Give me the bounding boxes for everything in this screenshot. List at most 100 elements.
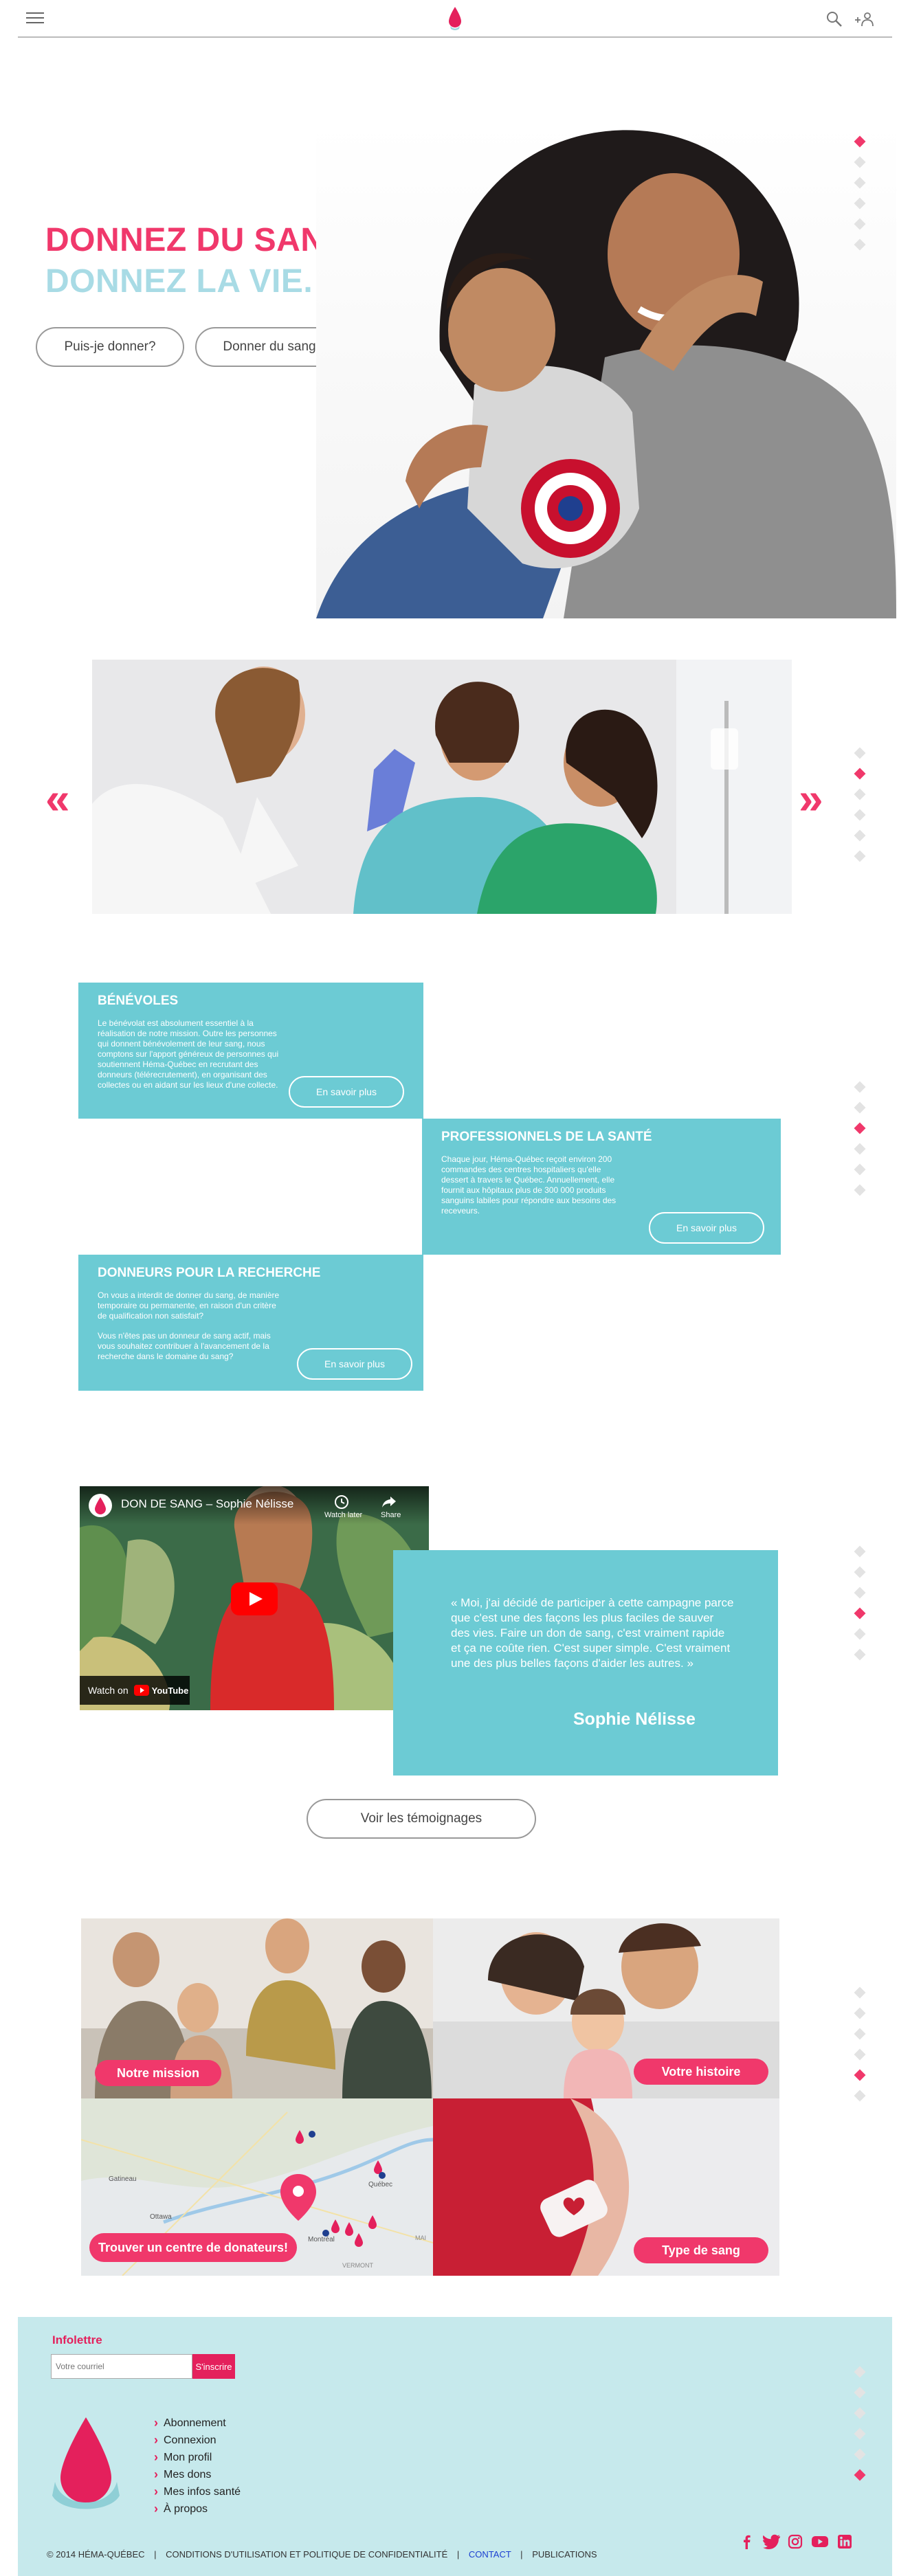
mission-button[interactable]: Notre mission: [95, 2060, 221, 2086]
hero-title-line1: DONNEZ DU SANG,: [45, 222, 361, 258]
card-recherche-text2: Vous n'êtes pas un donneur de sang actif…: [98, 1331, 271, 1361]
hema-quebec-logo[interactable]: [48, 2413, 124, 2513]
dot-nav-item[interactable]: [854, 1122, 866, 1134]
dot-nav-item[interactable]: [854, 1648, 866, 1661]
email-input[interactable]: [51, 2354, 192, 2379]
watch-later-label[interactable]: Watch later: [324, 1511, 362, 1519]
card-professionnels: PROFESSIONNELS DE LA SANTÉ Chaque jour, …: [422, 1119, 781, 1255]
facebook-icon[interactable]: [740, 2534, 755, 2549]
carousel-next-icon[interactable]: »: [799, 776, 823, 820]
dot-nav-item[interactable]: [854, 1081, 866, 1093]
footer-link-profil[interactable]: › Mon profil: [154, 2449, 241, 2466]
watch-on-youtube-bar[interactable]: Watch on YouTube: [80, 1676, 190, 1705]
map-label-quebec: Québec: [368, 2181, 392, 2188]
channel-avatar-icon[interactable]: [88, 1493, 113, 1518]
footer-link-connexion[interactable]: › Connexion: [154, 2432, 241, 2449]
dot-nav-item[interactable]: [854, 1566, 866, 1578]
footer-link-a-propos[interactable]: › À propos: [154, 2500, 241, 2518]
dot-nav-item[interactable]: [854, 788, 866, 800]
dot-nav-item[interactable]: [854, 747, 866, 759]
card-recherche-text1: On vous a interdit de donner du sang, de…: [98, 1290, 280, 1321]
dot-nav-item[interactable]: [854, 768, 866, 780]
dot-nav-item[interactable]: [854, 2007, 866, 2019]
dot-nav-item[interactable]: [854, 2407, 866, 2419]
testimonial-author: Sophie Nélisse: [573, 1710, 696, 1729]
search-icon[interactable]: [825, 10, 844, 29]
account-icon[interactable]: [852, 10, 877, 29]
instagram-icon[interactable]: [788, 2534, 803, 2549]
twitter-icon[interactable]: [763, 2534, 781, 2549]
card-benevoles: BÉNÉVOLES Le bénévolat est absolument es…: [78, 983, 423, 1119]
dot-nav-item[interactable]: [854, 809, 866, 821]
dot-nav-item[interactable]: [854, 218, 866, 230]
dot-nav-item[interactable]: [854, 829, 866, 842]
subscribe-button[interactable]: S'inscrire: [192, 2354, 235, 2379]
contact-link[interactable]: CONTACT: [469, 2549, 511, 2560]
dot-nav-item[interactable]: [854, 177, 866, 189]
dot-nav-item[interactable]: [854, 2090, 866, 2102]
dot-nav-item[interactable]: [854, 1587, 866, 1599]
card-recherche-title: DONNEURS POUR LA RECHERCHE: [98, 1266, 321, 1280]
dot-nav-item[interactable]: [854, 2469, 866, 2481]
play-button-icon[interactable]: [231, 1582, 278, 1615]
see-testimonials-button[interactable]: Voir les témoignages: [307, 1799, 536, 1839]
youtube-social-icon[interactable]: [811, 2534, 829, 2549]
chevron-right-icon: ›: [154, 2433, 158, 2447]
blood-type-button[interactable]: Type de sang: [634, 2237, 768, 2263]
blood-drop-logo[interactable]: [447, 5, 463, 32]
dot-nav-item[interactable]: [854, 2366, 866, 2378]
youtube-video-player[interactable]: DON DE SANG – Sophie Nélisse Watch later…: [80, 1486, 429, 1710]
carousel-prev-icon[interactable]: «: [45, 776, 70, 820]
dot-nav-item[interactable]: [854, 1628, 866, 1640]
publications-link[interactable]: PUBLICATIONS: [532, 2549, 597, 2560]
footer-link-label: Mes dons: [164, 2468, 212, 2480]
dot-nav-item[interactable]: [854, 238, 866, 251]
dot-nav-item[interactable]: [854, 1101, 866, 1114]
map-label-gatineau: Gatineau: [109, 2175, 137, 2183]
section-dot-navigation-3: [854, 1081, 866, 1207]
find-donor-center-button[interactable]: Trouver un centre de donateurs!: [89, 2233, 297, 2262]
footer-link-infos-sante[interactable]: › Mes infos santé: [154, 2483, 241, 2500]
benevoles-learn-more-button[interactable]: En savoir plus: [289, 1076, 404, 1108]
testimonial-quote: « Moi, j'ai décidé de participer à cette…: [451, 1596, 734, 1670]
dot-nav-item[interactable]: [854, 1986, 866, 1999]
newsletter-title: Infolettre: [52, 2333, 102, 2347]
dot-nav-item[interactable]: [854, 1143, 866, 1155]
dot-nav-item[interactable]: [854, 156, 866, 168]
dot-nav-item[interactable]: [854, 1607, 866, 1620]
dot-nav-item[interactable]: [854, 2048, 866, 2061]
dot-nav-item[interactable]: [854, 1163, 866, 1176]
recherche-learn-more-button[interactable]: En savoir plus: [297, 1348, 412, 1380]
section-dot-navigation-2: [854, 747, 866, 873]
watch-later-icon[interactable]: [334, 1494, 349, 1510]
linkedin-icon[interactable]: [837, 2534, 852, 2549]
footer-link-abonnement[interactable]: › Abonnement: [154, 2415, 241, 2432]
story-button[interactable]: Votre histoire: [634, 2059, 768, 2085]
dot-nav-item[interactable]: [854, 2386, 866, 2399]
dot-nav-item[interactable]: [854, 197, 866, 210]
dot-nav-item[interactable]: [854, 135, 866, 148]
hamburger-menu-icon[interactable]: [26, 12, 44, 25]
dot-nav-item[interactable]: [854, 2428, 866, 2440]
hero-mother-child-photo: [316, 124, 896, 618]
footer-links: › Abonnement › Connexion › Mon profil › Mes …: [154, 2415, 241, 2518]
can-i-give-button[interactable]: Puis-je donner?: [36, 327, 184, 367]
footer-link-label: Mon profil: [164, 2451, 212, 2463]
dot-nav-item[interactable]: [854, 2028, 866, 2040]
dot-nav-item[interactable]: [854, 850, 866, 862]
dot-nav-item[interactable]: [854, 2448, 866, 2461]
card-professionnels-title: PROFESSIONNELS DE LA SANTÉ: [441, 1130, 652, 1144]
section-dot-navigation-4: [854, 1545, 866, 1671]
dot-nav-item[interactable]: [854, 1545, 866, 1558]
dot-nav-item[interactable]: [854, 2069, 866, 2081]
watch-on-label: Watch on: [88, 1685, 129, 1696]
video-title[interactable]: DON DE SANG – Sophie Nélisse: [121, 1497, 293, 1511]
share-icon[interactable]: [381, 1494, 397, 1510]
terms-link[interactable]: CONDITIONS D'UTILISATION ET POLITIQUE DE…: [166, 2549, 447, 2560]
share-label[interactable]: Share: [381, 1511, 401, 1519]
professionnels-learn-more-button[interactable]: En savoir plus: [649, 1212, 764, 1244]
footer-link-dons[interactable]: › Mes dons: [154, 2466, 241, 2483]
chevron-right-icon: ›: [154, 2467, 158, 2481]
chevron-right-icon: ›: [154, 2485, 158, 2498]
dot-nav-item[interactable]: [854, 1184, 866, 1196]
